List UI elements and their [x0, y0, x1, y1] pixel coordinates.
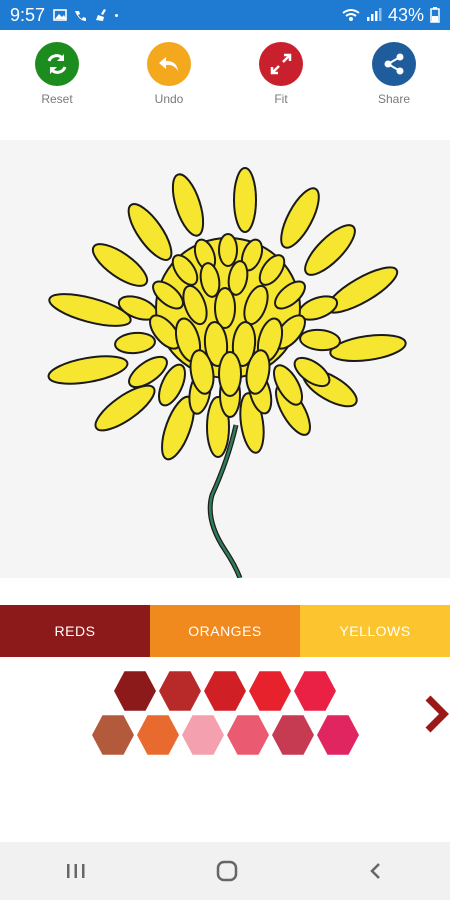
undo-label: Undo	[154, 92, 184, 106]
tab-yellows-label: YELLOWS	[339, 623, 411, 639]
swatch-8[interactable]	[182, 715, 224, 755]
swatch-3[interactable]	[204, 671, 246, 711]
status-time: 9:57	[10, 4, 46, 25]
undo-icon	[159, 57, 178, 71]
wifi-icon	[342, 9, 360, 21]
reset-button[interactable]: Reset	[22, 42, 92, 106]
image-icon	[53, 9, 67, 21]
wifi-calling-icon	[75, 11, 87, 21]
share-circle[interactable]	[372, 42, 416, 86]
signal-icon	[366, 8, 382, 21]
flower-drawing[interactable]	[0, 140, 450, 579]
back-icon[interactable]	[366, 861, 386, 881]
swatch-11[interactable]	[317, 715, 359, 755]
fit-label: Fit	[274, 92, 288, 106]
swatch-7[interactable]	[137, 715, 179, 755]
battery-icon	[430, 7, 440, 23]
swatch-10[interactable]	[272, 715, 314, 755]
status-bar: 9:57 43%	[0, 0, 450, 30]
fit-circle[interactable]	[259, 42, 303, 86]
swatch-1[interactable]	[114, 671, 156, 711]
refresh-icon	[47, 54, 67, 74]
battery-percent: 43%	[387, 4, 424, 25]
broom-icon	[96, 9, 107, 21]
tab-reds[interactable]: REDS	[0, 605, 150, 657]
system-nav-bar	[0, 842, 450, 900]
tab-oranges-label: ORANGES	[188, 623, 262, 639]
share-button[interactable]: Share	[359, 42, 429, 106]
tab-yellows[interactable]: YELLOWS	[300, 605, 450, 657]
swatch-6[interactable]	[92, 715, 134, 755]
share-icon	[384, 53, 404, 75]
fit-button[interactable]: Fit	[246, 42, 316, 106]
share-label: Share	[377, 92, 411, 106]
home-icon[interactable]	[215, 859, 239, 883]
reset-label: Reset	[41, 92, 73, 106]
tab-reds-label: REDS	[54, 623, 96, 639]
expand-icon	[270, 53, 292, 75]
swatch-2[interactable]	[159, 671, 201, 711]
tab-oranges[interactable]: ORANGES	[150, 605, 300, 657]
reset-circle[interactable]	[35, 42, 79, 86]
palette-tabs: REDS ORANGES YELLOWS	[0, 605, 450, 657]
next-palette-arrow-icon[interactable]	[422, 694, 450, 734]
swatch-5[interactable]	[294, 671, 336, 711]
swatch-9[interactable]	[227, 715, 269, 755]
undo-button[interactable]: Undo	[134, 42, 204, 106]
coloring-canvas[interactable]	[0, 140, 450, 579]
toolbar: Reset Undo Fit Share	[0, 30, 450, 140]
notification-dot	[115, 13, 119, 17]
undo-circle[interactable]	[147, 42, 191, 86]
swatch-4[interactable]	[249, 671, 291, 711]
recent-apps-icon[interactable]	[64, 861, 88, 881]
